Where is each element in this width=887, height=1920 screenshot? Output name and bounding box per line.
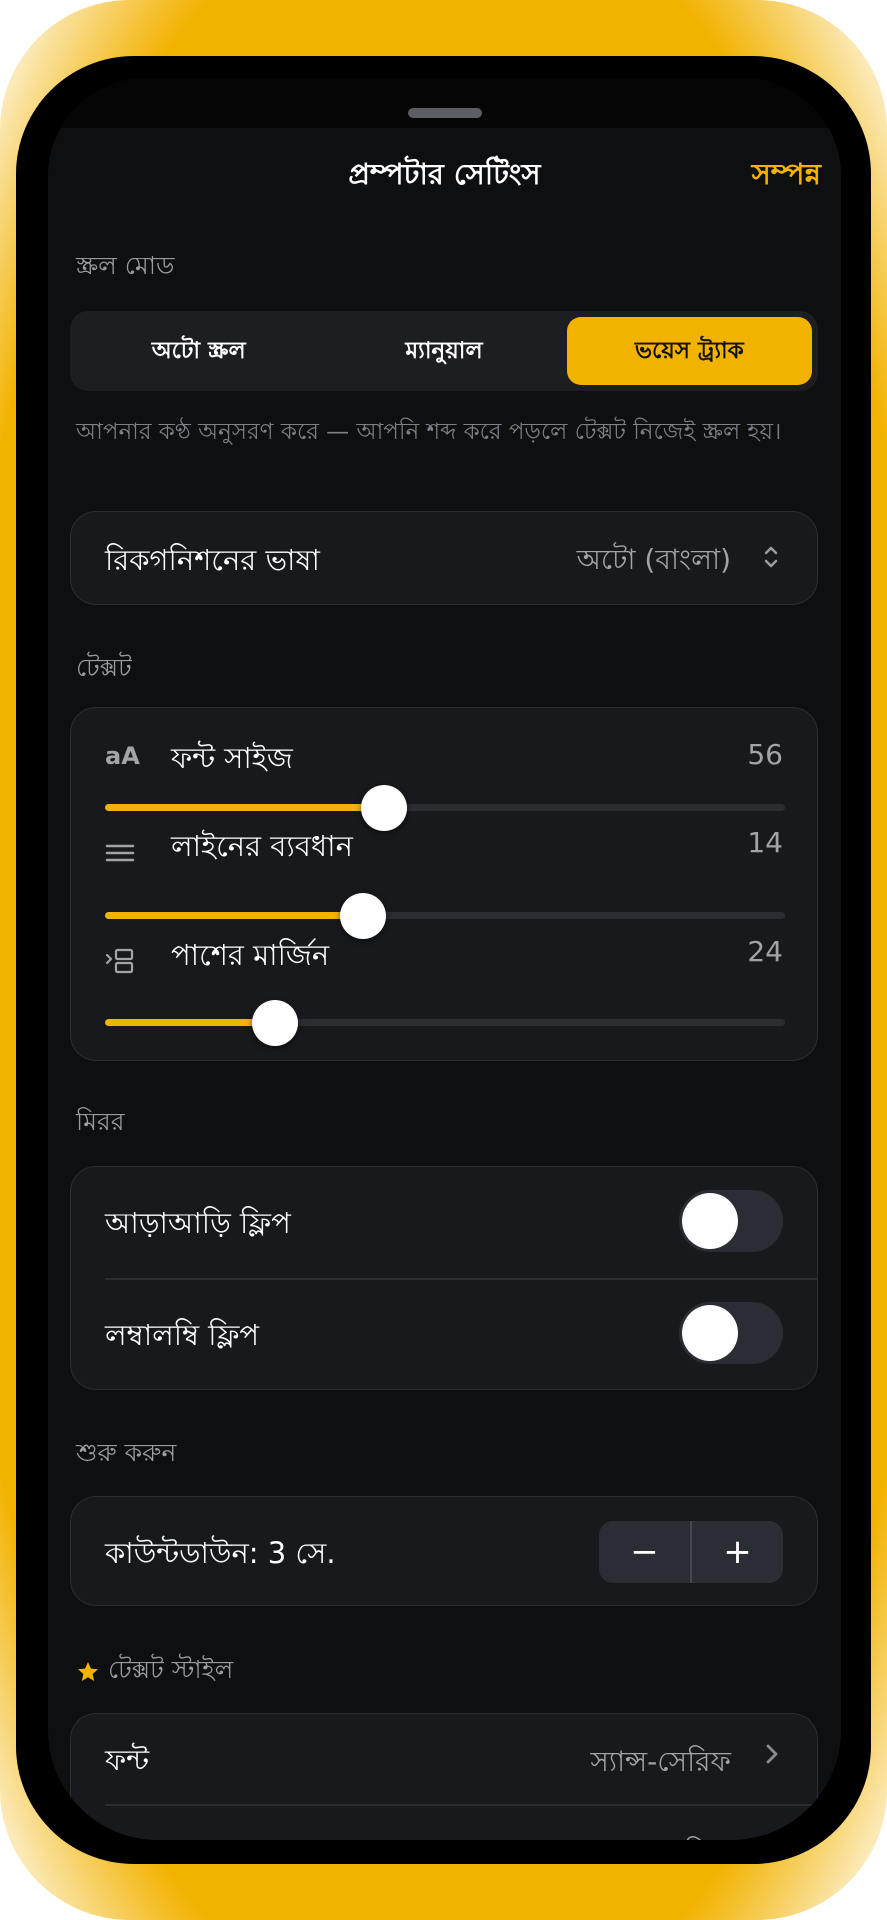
countdown-stepper: − + (599, 1521, 783, 1583)
vertical-flip-toggle[interactable] (679, 1302, 783, 1364)
line-spacing-slider-row: লাইনের ব্যবধান 14 (71, 816, 817, 939)
font-row-label: ফন্ট (105, 1743, 150, 1777)
segment-manual[interactable]: ম্যানুয়াল (321, 317, 566, 385)
text-style-section-label: টেক্সট স্টাইল (108, 1655, 234, 1684)
side-margin-label: পাশের মার্জিন (171, 938, 330, 972)
font-size-value: 56 (747, 738, 783, 771)
increment-button[interactable]: + (692, 1521, 783, 1583)
recognition-language-label: রিকগনিশনের ভাষা (105, 543, 320, 577)
chevron-up-down-icon (763, 542, 779, 572)
font-row[interactable]: ফন্ট স্যান্স-সেরিফ (71, 1714, 817, 1804)
chevron-right-icon (765, 1831, 779, 1840)
side-margin-slider-thumb[interactable] (252, 1000, 298, 1046)
settings-sheet: প্রম্পটার সেটিংস সম্পন্ন স্ক্রল মোড অটো … (48, 128, 841, 1840)
text-style-section-header: টেক্সট স্টাইল (76, 1650, 233, 1693)
sheet-grabber[interactable] (407, 108, 482, 118)
start-section-label: শুরু করুন (76, 1438, 177, 1467)
screen: প্রম্পটার সেটিংস সম্পন্ন স্ক্রল মোড অটো … (48, 78, 841, 1840)
scroll-mode-segmented-control: অটো স্ক্রল ম্যানুয়াল ভয়েস ট্র্যাক (70, 311, 818, 391)
recognition-language-row[interactable]: রিকগনিশনের ভাষা অটো (বাংলা) (70, 511, 818, 605)
line-spacing-label: লাইনের ব্যবধান (171, 829, 353, 863)
done-button[interactable]: সম্পন্ন (752, 152, 821, 201)
recognition-language-value: অটো (বাংলা) (576, 543, 731, 576)
line-spacing-icon (105, 838, 135, 872)
segment-voice-track[interactable]: ভয়েস ট্র্যাক (566, 317, 812, 385)
vertical-flip-label: লম্বালম্বি ফ্লিপ (105, 1318, 260, 1352)
font-row-value: স্যান্স-সেরিফ (590, 1745, 731, 1778)
mirror-card: আড়াআড়ি ফ্লিপ লম্বালম্বি ফ্লিপ (70, 1166, 818, 1390)
text-settings-card: aA ফন্ট সাইজ 56 লাইনের ব্যবধান 14 পাশের … (70, 707, 818, 1061)
device-frame: প্রম্পটার সেটিংস সম্পন্ন স্ক্রল মোড অটো … (0, 0, 887, 1920)
decrement-button[interactable]: − (599, 1521, 690, 1583)
page-title: প্রম্পটার সেটিংস (348, 157, 541, 191)
mirror-section-label: মিরর (76, 1107, 125, 1136)
sheet-top (48, 78, 841, 128)
text-section-label: টেক্সট (76, 653, 132, 682)
theme-row-value: ক্লাসিক (655, 1831, 731, 1840)
side-margin-slider-fill (105, 1019, 275, 1026)
toggle-knob (682, 1305, 738, 1361)
side-margin-slider-row: পাশের মার্জিন 24 (71, 925, 817, 1046)
chevron-right-icon (765, 1740, 779, 1775)
line-spacing-slider-fill (105, 912, 364, 919)
theme-row-label: থিম (105, 1829, 148, 1840)
toggle-knob (682, 1193, 738, 1249)
countdown-label: কাউন্টডাউন: 3 সে. (105, 1536, 336, 1570)
star-icon (76, 1660, 100, 1684)
line-spacing-value: 14 (747, 826, 783, 859)
side-margin-slider[interactable] (105, 1000, 785, 1046)
side-margin-value: 24 (747, 935, 783, 968)
font-size-icon: aA (105, 742, 140, 770)
scroll-mode-section-label: স্ক্রল মোড (76, 251, 175, 280)
theme-row[interactable]: থিম ক্লাসিক (71, 1805, 817, 1840)
font-size-slider-row: aA ফন্ট সাইজ 56 (71, 708, 817, 831)
segment-auto-scroll[interactable]: অটো স্ক্রল (76, 317, 321, 385)
side-margin-icon (105, 945, 135, 981)
countdown-card: কাউন্টডাউন: 3 সে. − + (70, 1496, 818, 1606)
horizontal-flip-label: আড়াআড়ি ফ্লিপ (105, 1206, 291, 1240)
font-size-label: ফন্ট সাইজ (171, 741, 293, 775)
horizontal-flip-toggle[interactable] (679, 1190, 783, 1252)
divider (105, 1278, 817, 1280)
font-size-slider-fill (105, 804, 384, 811)
line-spacing-slider[interactable] (105, 893, 785, 939)
scroll-mode-description: আপনার কণ্ঠ অনুসরণ করে — আপনি শব্দ করে পড… (76, 419, 782, 445)
header: প্রম্পটার সেটিংস সম্পন্ন (48, 128, 841, 214)
font-size-slider[interactable] (105, 785, 785, 831)
text-style-card: ফন্ট স্যান্স-সেরিফ থিম ক্লাসিক (70, 1713, 818, 1840)
